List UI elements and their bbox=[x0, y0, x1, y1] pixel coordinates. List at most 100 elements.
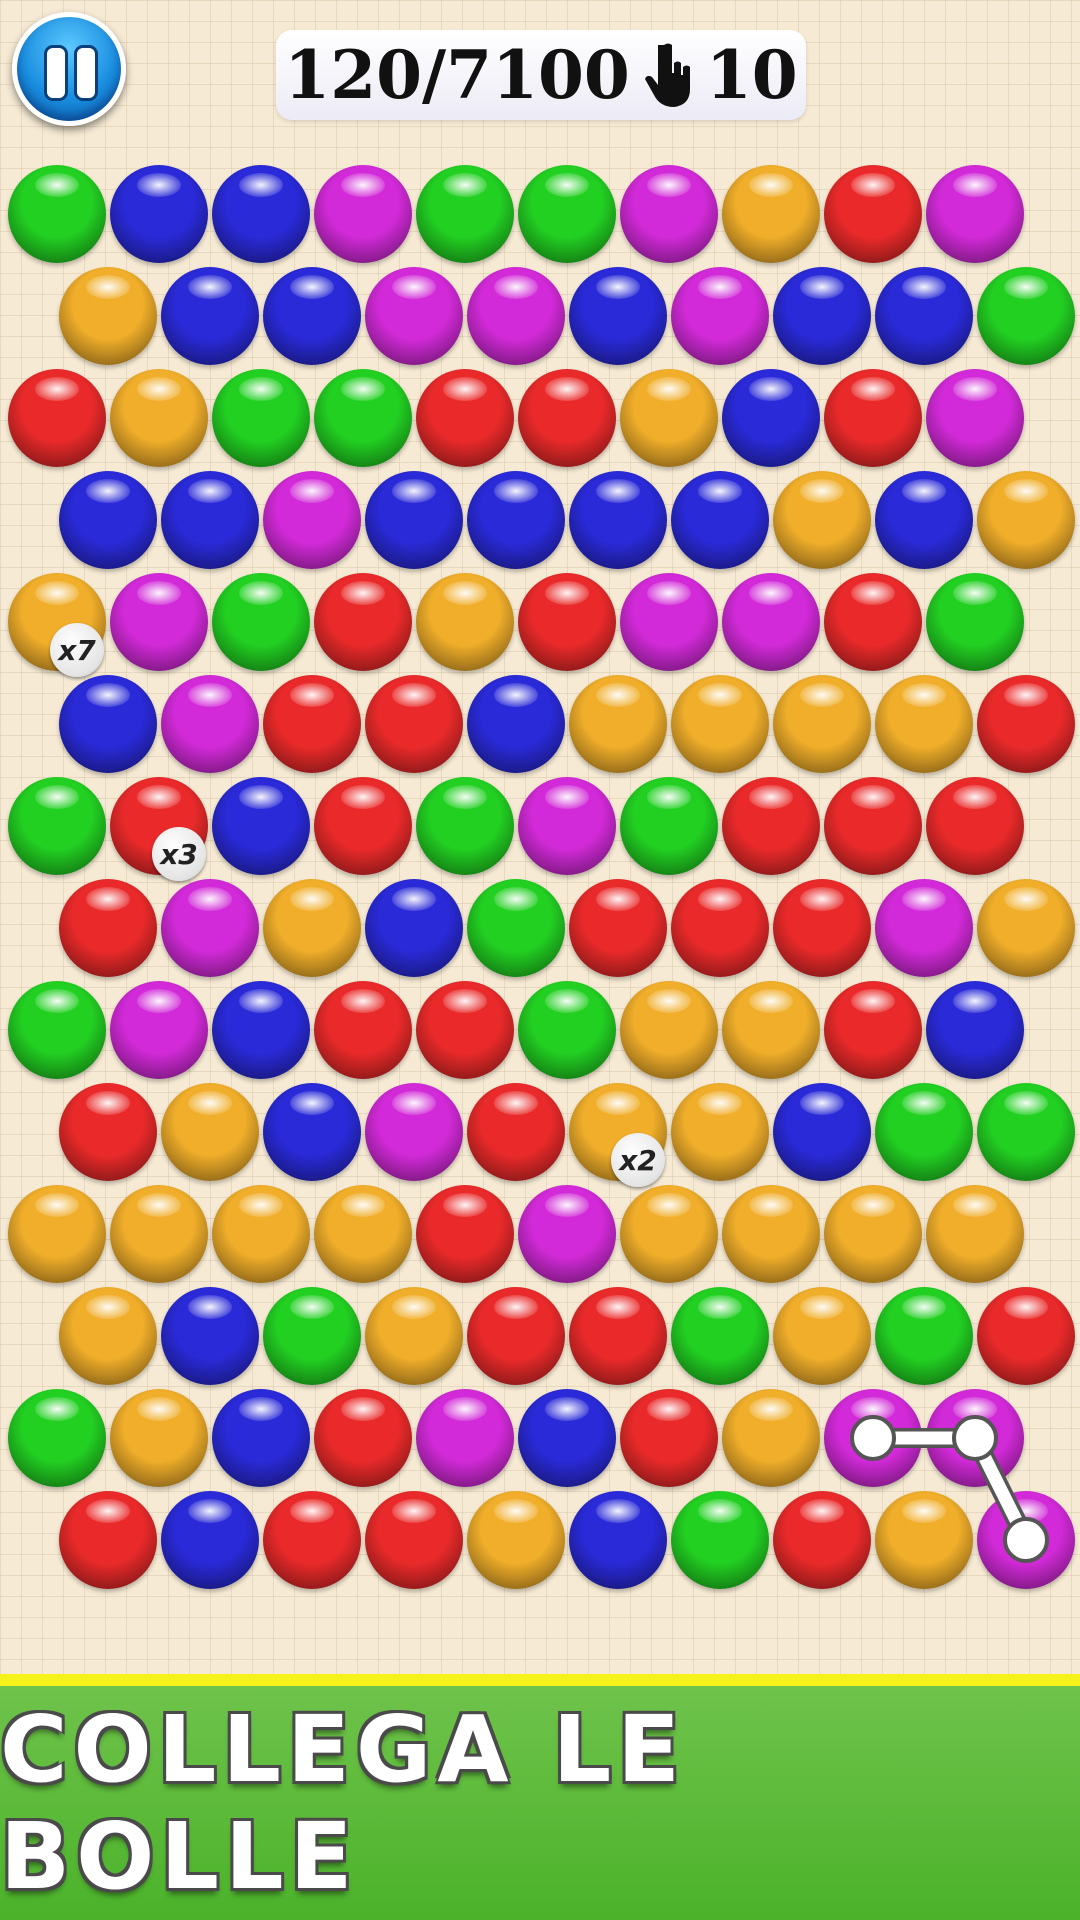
bubble-red[interactable] bbox=[416, 1185, 514, 1283]
bubble-orange[interactable] bbox=[110, 1185, 208, 1283]
bubble-red[interactable] bbox=[518, 369, 616, 467]
bubble-blue[interactable] bbox=[926, 981, 1024, 1079]
bubble-red[interactable] bbox=[722, 777, 820, 875]
bubble-orange[interactable] bbox=[365, 1287, 463, 1385]
bubble-magenta[interactable] bbox=[875, 879, 973, 977]
bubble-blue[interactable] bbox=[161, 471, 259, 569]
bubble-red[interactable] bbox=[263, 675, 361, 773]
bubble-red[interactable] bbox=[467, 1287, 565, 1385]
bubble-red[interactable] bbox=[365, 675, 463, 773]
bubble-orange[interactable] bbox=[722, 1389, 820, 1487]
bubble-blue[interactable] bbox=[212, 165, 310, 263]
bubble-blue[interactable] bbox=[212, 777, 310, 875]
bubble-orange[interactable] bbox=[773, 471, 871, 569]
bubble-orange[interactable] bbox=[620, 1185, 718, 1283]
bubble-magenta[interactable] bbox=[110, 981, 208, 1079]
bubble-red[interactable] bbox=[824, 369, 922, 467]
bubble-green[interactable] bbox=[212, 369, 310, 467]
bubble-orange[interactable] bbox=[59, 1287, 157, 1385]
bubble-green[interactable] bbox=[416, 165, 514, 263]
bubble-magenta[interactable] bbox=[365, 1083, 463, 1181]
bubble-magenta[interactable] bbox=[314, 165, 412, 263]
bubble-magenta[interactable] bbox=[467, 267, 565, 365]
bubble-red[interactable] bbox=[977, 675, 1075, 773]
bubble-red[interactable] bbox=[59, 1083, 157, 1181]
bubble-green[interactable] bbox=[977, 267, 1075, 365]
bubble-orange[interactable] bbox=[314, 1185, 412, 1283]
bubble-orange[interactable] bbox=[977, 879, 1075, 977]
bubble-orange[interactable] bbox=[416, 573, 514, 671]
bubble-red[interactable] bbox=[824, 981, 922, 1079]
bubble-green[interactable] bbox=[8, 1389, 106, 1487]
bubble-orange[interactable] bbox=[620, 369, 718, 467]
bubble-orange[interactable] bbox=[161, 1083, 259, 1181]
bubble-orange[interactable] bbox=[620, 981, 718, 1079]
bubble-red[interactable] bbox=[467, 1083, 565, 1181]
bubble-red[interactable] bbox=[824, 573, 922, 671]
bubble-green[interactable] bbox=[8, 777, 106, 875]
bubble-red[interactable] bbox=[59, 1491, 157, 1589]
bubble-blue[interactable] bbox=[569, 1491, 667, 1589]
bubble-red[interactable] bbox=[416, 369, 514, 467]
bubble-red[interactable] bbox=[773, 1491, 871, 1589]
bubble-magenta[interactable] bbox=[926, 165, 1024, 263]
bubble-blue[interactable] bbox=[467, 471, 565, 569]
bubble-orange[interactable] bbox=[722, 1185, 820, 1283]
bubble-red[interactable] bbox=[416, 981, 514, 1079]
bubble-green[interactable] bbox=[620, 777, 718, 875]
bubble-green[interactable] bbox=[416, 777, 514, 875]
bubble-magenta[interactable] bbox=[620, 165, 718, 263]
bubble-orange[interactable] bbox=[671, 1083, 769, 1181]
bubble-blue[interactable] bbox=[365, 879, 463, 977]
bubble-blue[interactable] bbox=[59, 675, 157, 773]
bubble-red[interactable] bbox=[314, 573, 412, 671]
bubble-magenta[interactable] bbox=[416, 1389, 514, 1487]
bubble-blue[interactable] bbox=[365, 471, 463, 569]
bubble-blue[interactable] bbox=[569, 471, 667, 569]
bubble-blue[interactable] bbox=[161, 267, 259, 365]
bubble-red[interactable] bbox=[8, 369, 106, 467]
bubble-green[interactable] bbox=[671, 1491, 769, 1589]
bubble-green[interactable] bbox=[671, 1287, 769, 1385]
bubble-magenta[interactable] bbox=[977, 1491, 1075, 1589]
bubble-magenta[interactable] bbox=[263, 471, 361, 569]
bubble-orange[interactable] bbox=[722, 165, 820, 263]
bubble-blue[interactable] bbox=[773, 1083, 871, 1181]
bubble-orange[interactable] bbox=[722, 981, 820, 1079]
bubble-blue[interactable] bbox=[59, 471, 157, 569]
bubble-blue[interactable] bbox=[263, 267, 361, 365]
bubble-orange[interactable] bbox=[59, 267, 157, 365]
bubble-red[interactable] bbox=[569, 1287, 667, 1385]
bubble-blue[interactable] bbox=[467, 675, 565, 773]
bubble-magenta[interactable] bbox=[518, 777, 616, 875]
bubble-orange[interactable] bbox=[467, 1491, 565, 1589]
bubble-magenta[interactable] bbox=[926, 369, 1024, 467]
bubble-magenta[interactable] bbox=[161, 675, 259, 773]
bubble-orange[interactable] bbox=[875, 1491, 973, 1589]
bubble-blue[interactable] bbox=[161, 1491, 259, 1589]
bubble-green[interactable] bbox=[926, 573, 1024, 671]
bubble-red[interactable] bbox=[263, 1491, 361, 1589]
bubble-red[interactable] bbox=[314, 777, 412, 875]
bubble-blue[interactable] bbox=[722, 369, 820, 467]
bubble-orange[interactable] bbox=[773, 1287, 871, 1385]
bubble-orange[interactable] bbox=[110, 369, 208, 467]
bubble-orange[interactable] bbox=[569, 675, 667, 773]
bubble-orange[interactable] bbox=[773, 675, 871, 773]
bubble-magenta[interactable] bbox=[926, 1389, 1024, 1487]
bubble-blue[interactable] bbox=[212, 981, 310, 1079]
bubble-red[interactable] bbox=[773, 879, 871, 977]
bubble-blue[interactable] bbox=[518, 1389, 616, 1487]
bubble-green[interactable] bbox=[467, 879, 565, 977]
bubble-red[interactable] bbox=[59, 879, 157, 977]
bubble-orange[interactable] bbox=[926, 1185, 1024, 1283]
bubble-blue[interactable] bbox=[212, 1389, 310, 1487]
bubble-blue[interactable] bbox=[875, 267, 973, 365]
bubble-green[interactable] bbox=[212, 573, 310, 671]
bubble-red[interactable] bbox=[824, 777, 922, 875]
bubble-red[interactable] bbox=[518, 573, 616, 671]
bubble-magenta[interactable] bbox=[161, 879, 259, 977]
bubble-green[interactable] bbox=[875, 1083, 973, 1181]
bubble-orange[interactable] bbox=[875, 675, 973, 773]
bubble-blue[interactable] bbox=[263, 1083, 361, 1181]
